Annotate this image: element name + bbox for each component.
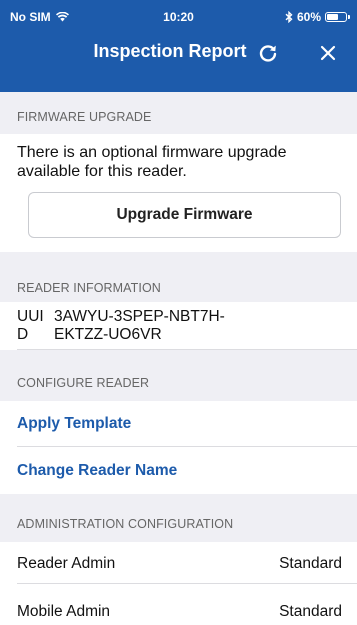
apply-template-row[interactable]: Apply Template <box>0 401 357 447</box>
reader-admin-value: Standard <box>279 555 342 572</box>
firmware-message: There is an optional firmware upgrade av… <box>17 144 287 180</box>
configure-section-header: CONFIGURE READER <box>17 376 150 390</box>
uuid-label: UUI D <box>17 308 45 344</box>
nav-header: No SIM 10:20 60% Inspection Report <box>0 0 357 92</box>
firmware-section-header: FIRMWARE UPGRADE <box>17 110 152 124</box>
close-icon <box>320 45 336 61</box>
close-button[interactable] <box>313 38 343 68</box>
reader-admin-label: Reader Admin <box>17 555 116 572</box>
bluetooth-icon <box>285 11 293 23</box>
battery-level <box>327 14 338 20</box>
change-name-row[interactable]: Change Reader Name <box>0 447 357 494</box>
mobile-admin-row: Mobile Admin Standard <box>0 584 357 625</box>
mobile-admin-value: Standard <box>279 603 342 620</box>
refresh-button[interactable] <box>253 38 283 68</box>
battery-percent: 60% <box>296 10 321 24</box>
mobile-admin-label: Mobile Admin <box>17 603 111 620</box>
status-right: 60% <box>285 10 350 24</box>
uuid-label-line-2: D <box>17 326 29 343</box>
uuid-label-line-1: UUI <box>17 308 44 325</box>
uuid-value-line-2: EKTZZ-UO6VR <box>54 326 162 343</box>
apply-template-link[interactable]: Apply Template <box>17 415 131 433</box>
upgrade-firmware-button[interactable]: Upgrade Firmware <box>28 192 341 238</box>
change-reader-name-link[interactable]: Change Reader Name <box>17 462 177 480</box>
page-title: Inspection Report <box>93 41 247 61</box>
reader-info-section-header: READER INFORMATION <box>17 281 161 295</box>
admin-section-header: ADMINISTRATION CONFIGURATION <box>17 517 234 531</box>
refresh-icon <box>259 45 277 62</box>
divider <box>17 349 357 350</box>
status-bar: No SIM 10:20 60% <box>0 0 357 30</box>
uuid-value: 3AWYU-3SPEP-NBT7H- EKTZZ-UO6VR <box>54 308 294 344</box>
uuid-value-line-1: 3AWYU-3SPEP-NBT7H- <box>54 308 225 325</box>
uuid-row: UUI D 3AWYU-3SPEP-NBT7H- EKTZZ-UO6VR <box>0 302 357 350</box>
battery-icon <box>325 12 350 22</box>
reader-admin-row: Reader Admin Standard <box>0 542 357 584</box>
firmware-cell: There is an optional firmware upgrade av… <box>0 134 357 252</box>
